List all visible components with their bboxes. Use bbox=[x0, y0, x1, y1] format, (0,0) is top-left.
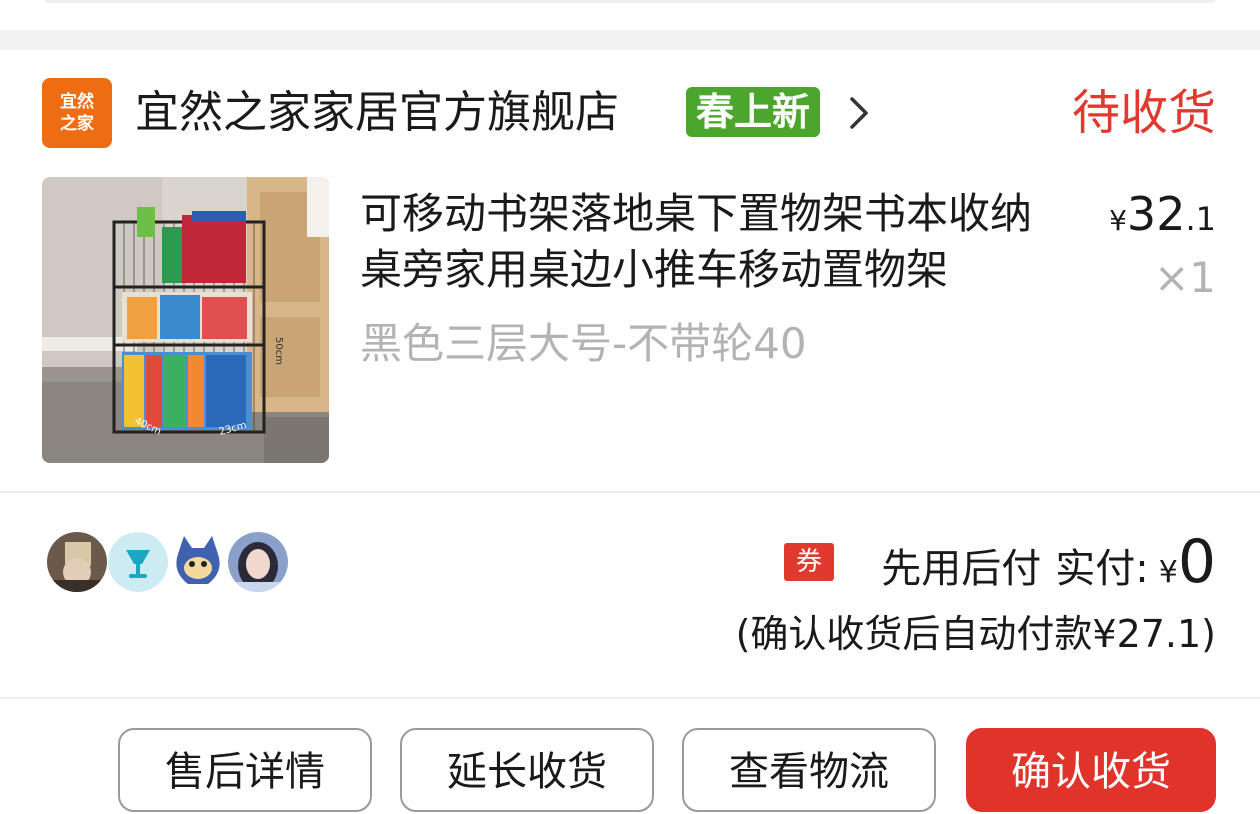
image-height-label: 50cm bbox=[273, 337, 284, 365]
product-price: ¥32.1 bbox=[1109, 186, 1216, 253]
product-title[interactable]: 可移动书架落地桌下置物架书本收纳桌旁家用桌边小推车移动置物架 bbox=[360, 186, 1050, 298]
confirm-receipt-button[interactable]: 确认收货 bbox=[966, 728, 1216, 812]
avatar-image bbox=[47, 532, 107, 592]
avatar bbox=[168, 532, 228, 592]
product-quantity: ×1 bbox=[1154, 253, 1216, 302]
paid-value: 0 bbox=[1177, 527, 1216, 597]
divider bbox=[0, 697, 1260, 699]
avatar bbox=[108, 532, 168, 592]
shop-logo[interactable]: 宜然之家 bbox=[42, 78, 112, 148]
avatar-image bbox=[108, 532, 168, 592]
price-symbol: ¥ bbox=[1109, 204, 1127, 237]
shop-logo-text: 宜然之家 bbox=[60, 92, 94, 134]
spring-new-badge: 春上新 bbox=[686, 87, 821, 137]
avatar bbox=[228, 532, 288, 592]
avatar-image bbox=[168, 532, 228, 592]
divider bbox=[0, 491, 1260, 493]
product-image[interactable]: 50cm 40cm 23cm bbox=[42, 177, 329, 463]
bookshelf-photo: 50cm 40cm 23cm bbox=[42, 177, 329, 463]
chevron-right-icon[interactable] bbox=[846, 96, 872, 130]
extend-receipt-button[interactable]: 延长收货 bbox=[400, 728, 654, 812]
auto-pay-note: (确认收货后自动付款¥27.1) bbox=[735, 612, 1216, 656]
card-edge-line bbox=[45, 0, 1215, 3]
shop-name[interactable]: 宜然之家家居官方旗舰店 bbox=[135, 84, 619, 142]
avatar bbox=[47, 532, 107, 592]
coupon-badge[interactable]: 券 bbox=[784, 543, 834, 581]
paid-label: 实付: bbox=[1055, 546, 1149, 592]
order-status: 待收货 bbox=[1071, 85, 1216, 141]
view-logistics-button[interactable]: 查看物流 bbox=[682, 728, 936, 812]
avatar-image bbox=[228, 532, 288, 592]
product-spec: 黑色三层大号-不带轮40 bbox=[360, 319, 807, 368]
card-gap bbox=[0, 30, 1260, 50]
pay-later-label: 先用后付 bbox=[881, 546, 1042, 592]
after-sales-button[interactable]: 售后详情 bbox=[118, 728, 372, 812]
price-decimal: .1 bbox=[1185, 200, 1216, 238]
paid-symbol: ¥ bbox=[1158, 555, 1178, 590]
previous-order-card-edge bbox=[0, 0, 1260, 30]
price-integer: 32 bbox=[1126, 187, 1186, 241]
payment-summary: 先用后付 实付: ¥0 bbox=[881, 530, 1216, 609]
